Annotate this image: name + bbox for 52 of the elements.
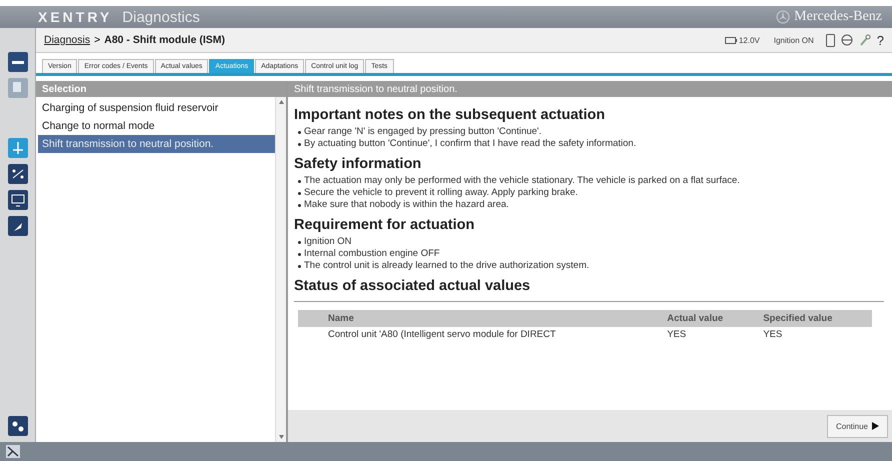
breadcrumb-link[interactable]: Diagnosis: [44, 34, 90, 46]
brand-name: Mercedes-Benz: [794, 9, 882, 25]
window-title: Diagnostics: [122, 8, 200, 26]
voltage-text: 12.0V: [738, 36, 760, 44]
breadcrumb-current: A80 - Shift module (ISM): [104, 34, 225, 46]
bullet-icon: [298, 192, 301, 194]
bullet-icon: [298, 240, 301, 244]
bullet-text: By actuating button 'Continue', I confirm that I have read the safety information.: [304, 138, 636, 150]
section-heading: Important notes on the subsequent actuation: [294, 107, 606, 123]
table-cell: YES: [661, 327, 758, 345]
star-logo-icon: [776, 10, 790, 24]
bullet-text: Secure the vehicle to prevent it rolling away. Apply parking brake.: [304, 187, 578, 199]
list-item[interactable]: Change to normal mode: [38, 117, 275, 135]
section-heading: Safety information: [294, 156, 422, 172]
list-item[interactable]: Charging of suspension fluid reservoir: [38, 99, 275, 117]
percent-icon[interactable]: [8, 164, 28, 184]
table-cell: YES: [757, 327, 872, 345]
wrench-icon[interactable]: [858, 34, 871, 46]
bullet-text: Ignition ON: [304, 236, 352, 248]
bullet-text: Make sure that nobody is within the hazard area.: [304, 199, 509, 211]
panel-header: Shift transmission to neutral position.: [288, 81, 892, 97]
continue-button[interactable]: Continue: [826, 414, 888, 438]
monitor-icon[interactable]: [8, 190, 28, 210]
section-heading: Requirement for actuation: [294, 217, 476, 233]
battery-icon: [724, 36, 737, 44]
list-item[interactable]: Shift transmission to neutral position.: [38, 135, 275, 153]
bullet-text: Gear range 'N' is engaged by pressing button 'Continue'.: [304, 126, 542, 138]
bullet-icon: [298, 180, 301, 182]
scroll-down-icon[interactable]: [278, 435, 284, 439]
settings-icon[interactable]: [8, 416, 28, 436]
bullet-icon: [298, 252, 301, 256]
page-icon[interactable]: [826, 34, 835, 46]
app-name: XENTRY: [38, 9, 112, 25]
ignition-status: Ignition ON: [774, 36, 814, 44]
bullet-icon: [298, 142, 301, 146]
panel-header: Selection: [36, 81, 286, 97]
scrollbar[interactable]: [275, 97, 286, 442]
bullet-icon: [298, 264, 301, 268]
bullet-icon: [298, 130, 301, 134]
column-header: Actual value: [661, 310, 758, 327]
breadcrumb-separator: >: [94, 34, 100, 46]
column-header: Name: [322, 310, 662, 327]
play-icon: [872, 422, 879, 430]
section-heading: Status of associated actual values: [294, 278, 532, 294]
help-button[interactable]: ?: [876, 32, 884, 48]
bullet-text: The actuation may only be performed with the vehicle stationary. The vehicle is parked on a flat surface.: [304, 175, 740, 187]
scroll-up-icon[interactable]: [278, 100, 284, 104]
bullet-text: Internal combustion engine OFF: [304, 248, 440, 260]
table-cell: Control unit 'A80 (Intelligent servo module for DIRECT: [322, 327, 662, 345]
bullet-text: The control unit is already learned to the drive authorization system.: [304, 260, 590, 272]
column-header: Specified value: [757, 310, 872, 327]
bullet-icon: [298, 204, 301, 206]
